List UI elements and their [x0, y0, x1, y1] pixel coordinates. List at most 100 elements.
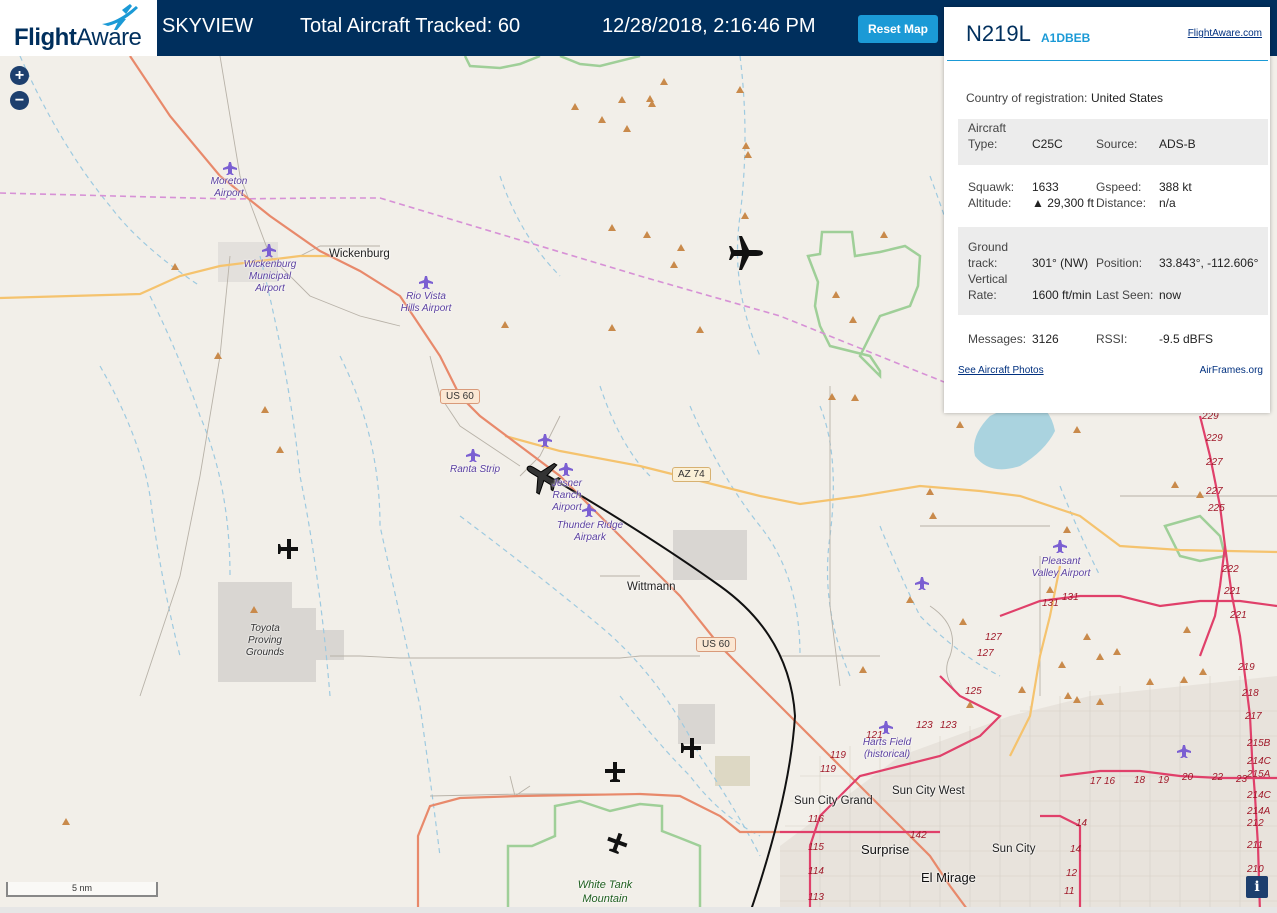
distance-value: n/a	[1159, 196, 1176, 210]
reset-map-button[interactable]: Reset Map	[858, 15, 938, 43]
current-datetime: 12/28/2018, 2:16:46 PM	[602, 15, 816, 37]
shield-us60-south: US 60	[696, 637, 736, 652]
exit-number: 11	[1064, 886, 1075, 897]
aircraft-photos-link[interactable]: See Aircraft Photos	[958, 365, 1044, 376]
exit-number: 119	[830, 750, 846, 761]
exit-number: 127	[985, 632, 1002, 643]
shield-az74: AZ 74	[672, 467, 711, 482]
exit-number: 218	[1242, 688, 1259, 699]
exit-number: 17	[1090, 776, 1102, 787]
logo-text-flight: Flight	[14, 24, 77, 51]
ground-track-label-line2: track:	[968, 256, 998, 270]
logo-text-aware: Aware	[76, 24, 142, 51]
aircraft-info-panel: N219L A1DBEB FlightAware.com Country of …	[944, 7, 1270, 413]
exit-number: 229	[1206, 433, 1223, 444]
country-label: Country of registration:	[966, 91, 1088, 105]
exit-number: 14	[1070, 844, 1082, 855]
exit-number: 12	[1066, 868, 1078, 879]
panel-divider	[947, 60, 1268, 61]
label-white-tank-mountain: White Tank Mountain	[577, 879, 633, 905]
exit-number: 219	[1238, 662, 1255, 673]
position-label: Position:	[1096, 256, 1143, 270]
exit-number: 131	[1042, 598, 1059, 609]
exit-number: 221	[1230, 610, 1247, 621]
altitude-label: Altitude:	[968, 196, 1012, 210]
exit-number: 142	[910, 830, 927, 841]
exit-number: 222	[1222, 564, 1239, 575]
ground-track-label-line1: Ground	[968, 240, 1009, 254]
source-label: Source:	[1096, 137, 1138, 151]
exit-number: 127	[977, 648, 994, 659]
vrate-value: 1600 ft/min	[1032, 288, 1092, 302]
airport-label-pleasant-valley: Pleasant Valley Airport	[1031, 556, 1091, 579]
vrate-label-line1: Vertical	[968, 272, 1008, 286]
tracked-count: Total Aircraft Tracked: 60	[300, 15, 521, 37]
city-label-sun-city: Sun City	[992, 843, 1036, 855]
exit-number: 19	[1158, 775, 1170, 786]
city-label-wickenburg: Wickenburg	[329, 248, 390, 260]
exit-number: 20	[1182, 772, 1194, 783]
exit-number: 215B	[1247, 738, 1271, 749]
exit-number: 16	[1104, 776, 1116, 787]
aircraft-prop-2[interactable]	[605, 762, 625, 782]
airport-label-jesner-ranch: Jesner Ranch Airport	[551, 478, 582, 513]
rssi-value: -9.5 dBFS	[1159, 332, 1214, 346]
exit-number: 114	[808, 866, 824, 877]
zoom-out-button[interactable]: −	[10, 91, 29, 110]
city-label-sun-city-west: Sun City West	[892, 785, 965, 797]
last-seen-label: Last Seen:	[1096, 288, 1154, 302]
squawk-label: Squawk:	[968, 180, 1015, 194]
aircraft-prop-3[interactable]	[604, 830, 630, 856]
altitude-value: ▲ 29,300 ft	[1032, 196, 1094, 210]
exit-number: 113	[808, 892, 824, 903]
city-label-surprise: Surprise	[861, 842, 910, 857]
flightaware-logo[interactable]: FlightAware	[0, 0, 157, 56]
exit-number: 214C	[1247, 756, 1271, 767]
airframes-link[interactable]: AirFrames.org	[1200, 365, 1263, 376]
exit-number: 119	[820, 764, 836, 775]
exit-number: 225	[1208, 503, 1225, 514]
zoom-in-button[interactable]: +	[10, 66, 29, 85]
messages-value: 3126	[1032, 332, 1059, 346]
exit-number: 211	[1247, 840, 1263, 851]
exit-number: 214A	[1247, 806, 1271, 817]
city-label-el-mirage: El Mirage	[921, 870, 976, 885]
aircraft-callsign: N219L	[966, 21, 1031, 46]
shield-us60-north: US 60	[440, 389, 480, 404]
streams	[19, 56, 1101, 857]
source-value: ADS-B	[1159, 137, 1196, 151]
vrate-label-line2: Rate:	[968, 288, 997, 302]
horizontal-scrollbar[interactable]	[0, 907, 1277, 913]
flightaware-link[interactable]: FlightAware.com	[1188, 28, 1262, 39]
gspeed-value: 388 kt	[1159, 180, 1192, 194]
exit-number: 217	[1245, 711, 1262, 722]
position-value: 33.843°, -112.606°	[1159, 256, 1259, 270]
aircraft-type-label-line2: Type:	[968, 137, 998, 151]
aircraft-jet-east[interactable]	[729, 236, 763, 270]
exit-number: 121	[866, 730, 883, 741]
aircraft-hex-code: A1DBEB	[1041, 31, 1091, 45]
app-name: SKYVIEW	[162, 15, 254, 37]
aircraft-type-value: C25C	[1032, 137, 1063, 151]
info-button[interactable]: i	[1246, 876, 1268, 898]
rssi-label: RSSI:	[1096, 332, 1128, 346]
city-label-sun-city-grand: Sun City Grand	[794, 795, 873, 807]
exit-number: 227	[1206, 457, 1223, 468]
exit-number: 131	[1062, 592, 1079, 603]
exit-number: 116	[808, 814, 824, 825]
squawk-value: 1633	[1032, 180, 1059, 194]
exit-number: 115	[808, 842, 824, 853]
country-value: United States	[1091, 91, 1164, 105]
exit-number: 14	[1076, 818, 1088, 829]
exit-number: 227	[1206, 486, 1223, 497]
distance-label: Distance:	[1096, 196, 1147, 210]
airport-label-rio-vista-hills: Rio Vista Hills Airport	[400, 291, 452, 314]
exit-number: 221	[1224, 586, 1241, 597]
city-label-wittmann: Wittmann	[627, 581, 676, 593]
exit-number: 23	[1236, 774, 1248, 785]
exit-number: 18	[1134, 775, 1146, 786]
gspeed-label: Gspeed:	[1096, 180, 1142, 194]
aircraft-prop-west[interactable]	[278, 539, 298, 559]
aircraft-type-label-line1: Aircraft	[968, 121, 1007, 135]
airport-label-ranta-strip: Ranta Strip	[449, 464, 501, 475]
